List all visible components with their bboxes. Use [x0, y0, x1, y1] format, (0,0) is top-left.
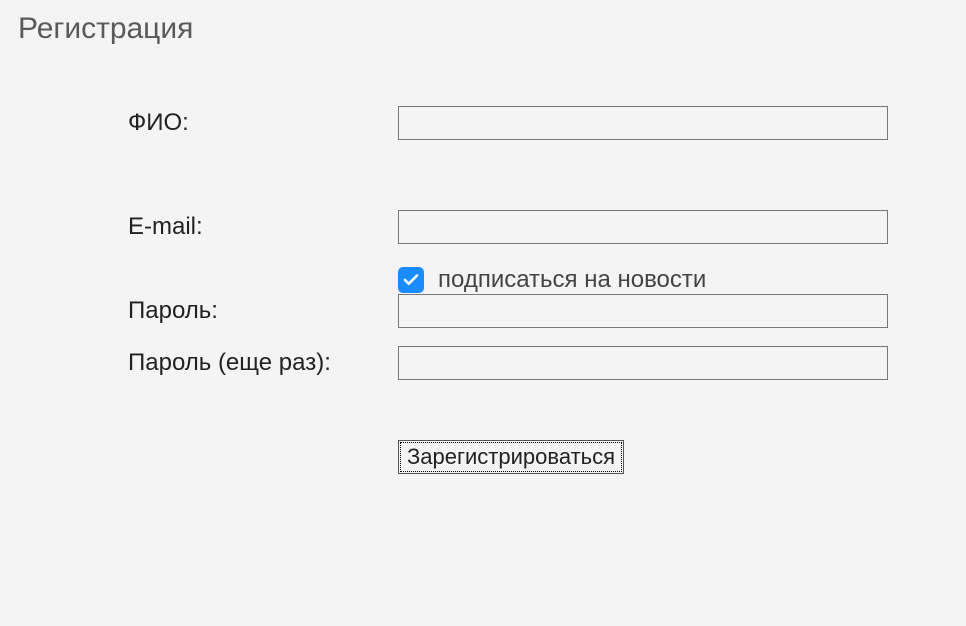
fio-label: ФИО:: [128, 109, 398, 137]
password-input[interactable]: [398, 294, 888, 328]
submit-row: Зарегистрироваться: [128, 440, 948, 474]
subscribe-row: подписаться на новости: [128, 266, 948, 294]
email-label: E-mail:: [128, 213, 398, 241]
subscribe-checkbox[interactable]: [398, 267, 424, 293]
page-title: Регистрация: [18, 12, 948, 46]
password-confirm-row: Пароль (еще раз):: [128, 346, 948, 380]
submit-button[interactable]: Зарегистрироваться: [398, 440, 624, 474]
check-icon: [402, 271, 420, 289]
fio-row: ФИО:: [128, 106, 948, 140]
fio-input[interactable]: [398, 106, 888, 140]
email-row: E-mail:: [128, 210, 948, 244]
password-row: Пароль:: [128, 294, 948, 328]
email-input[interactable]: [398, 210, 888, 244]
password-label: Пароль:: [128, 297, 398, 325]
registration-form: ФИО: E-mail: подписаться на новости Паро…: [18, 106, 948, 474]
password-confirm-label: Пароль (еще раз):: [128, 349, 398, 377]
subscribe-label: подписаться на новости: [438, 266, 706, 294]
password-confirm-input[interactable]: [398, 346, 888, 380]
